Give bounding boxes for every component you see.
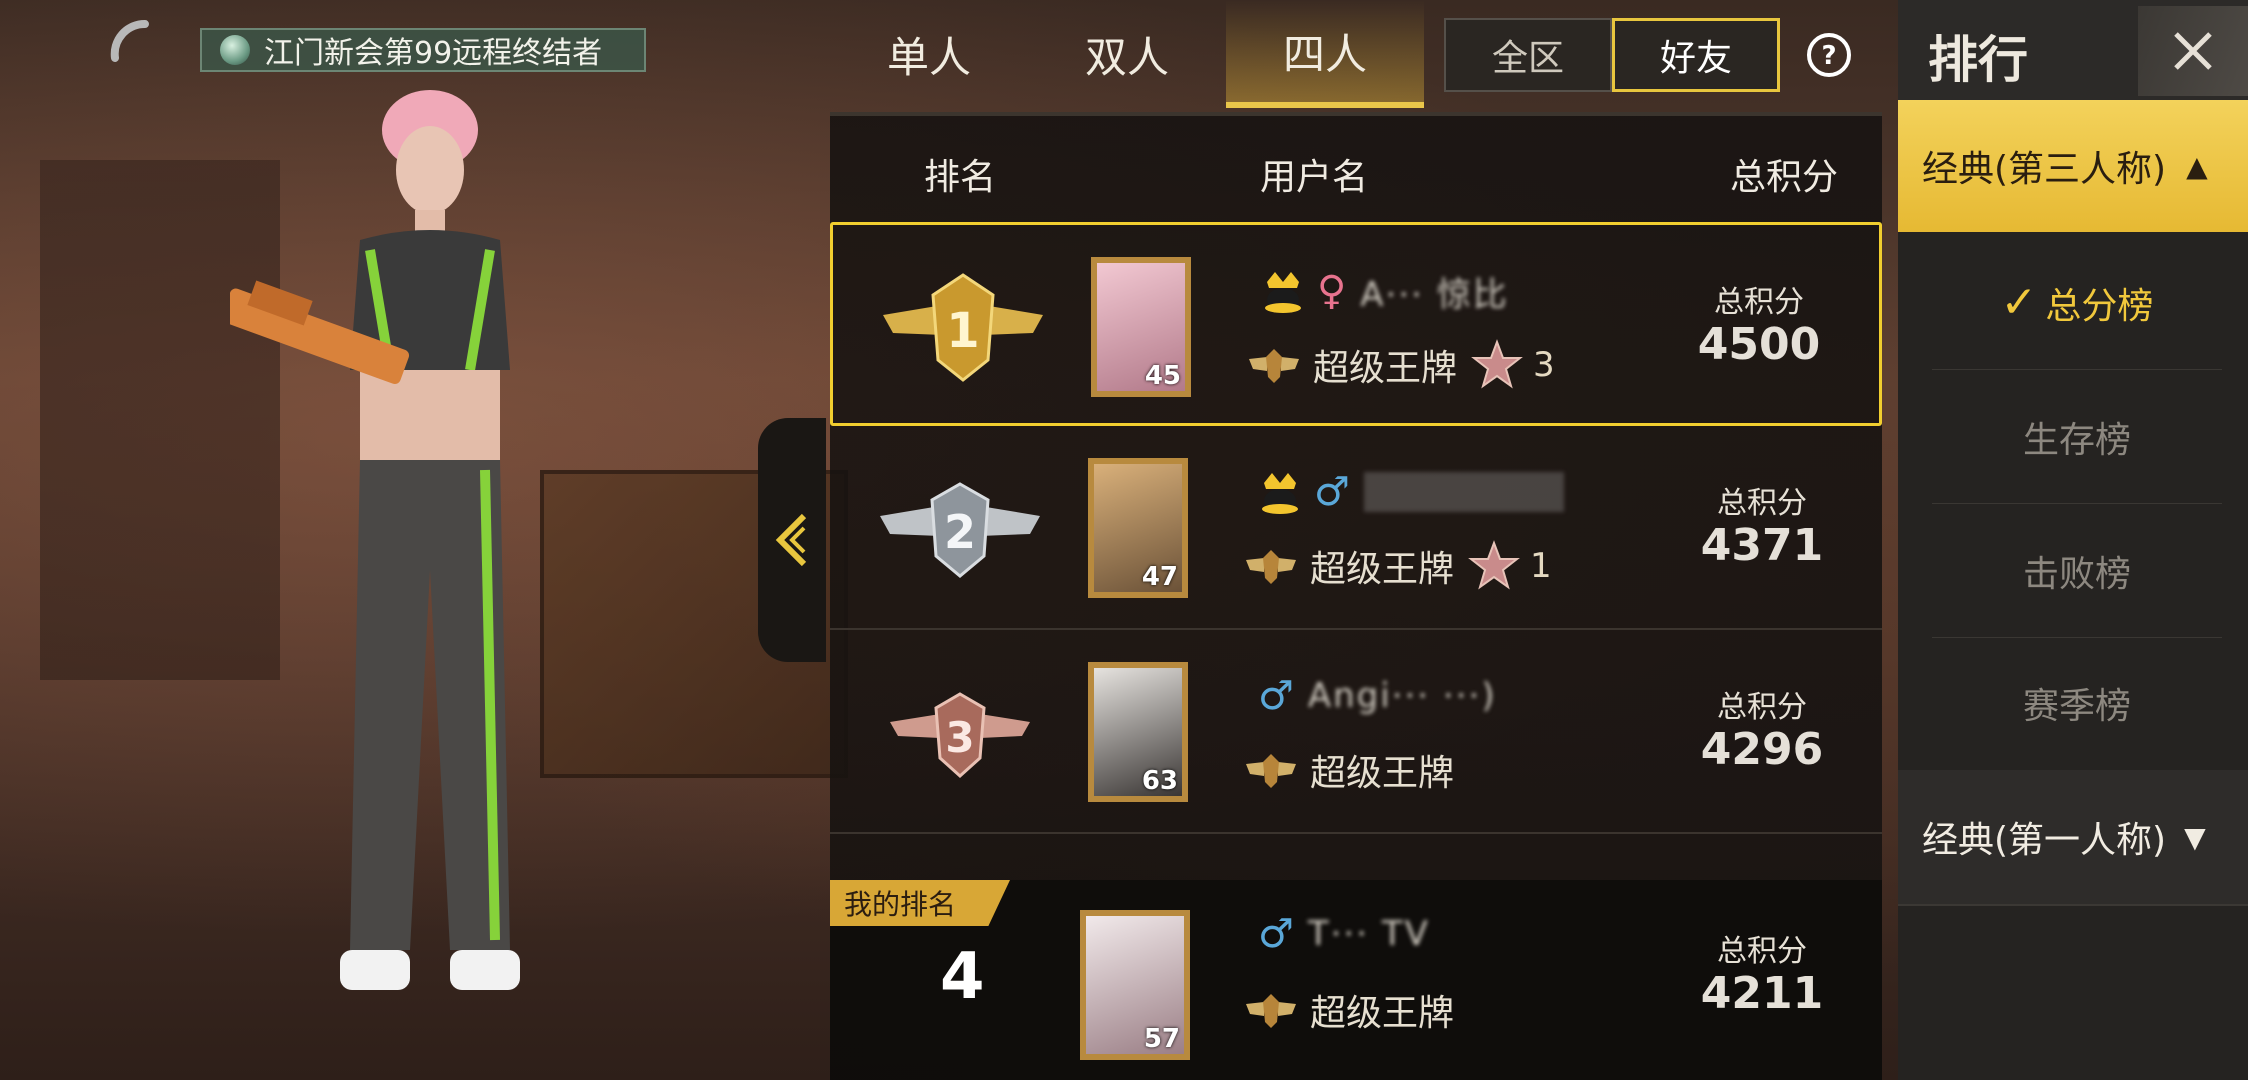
- player-character: [230, 90, 520, 990]
- score-label: 总积分: [1717, 690, 1807, 725]
- tier-label: 超级王牌: [1310, 753, 1455, 794]
- star-count: 3: [1533, 345, 1555, 385]
- triangle-up-icon: ▲: [2186, 149, 2208, 183]
- subtab-label: 总分榜: [2045, 285, 2154, 327]
- subtab-label: 赛季榜: [2022, 686, 2131, 727]
- score-label: 总积分: [1717, 934, 1807, 969]
- subtab-survival[interactable]: 生存榜: [1932, 370, 2222, 504]
- subtab-label: 击败榜: [2022, 553, 2131, 595]
- level-number: 63: [1141, 766, 1178, 796]
- tab-squad[interactable]: 四人: [1226, 0, 1424, 108]
- scope-friends-button[interactable]: 好友: [1612, 18, 1780, 92]
- location-banner: 江门新会第99远程终结者: [200, 28, 646, 72]
- column-username: 用户名: [1260, 157, 1369, 198]
- triangle-down-icon: ▼: [2184, 820, 2206, 854]
- scope-all-button[interactable]: 全区: [1444, 18, 1612, 92]
- ace-tier-icon: [1249, 349, 1299, 383]
- gender-male-icon: ♂: [1258, 911, 1294, 957]
- tier-label: 超级王牌: [1310, 549, 1455, 590]
- leaderboard-panel: 排名 用户名 总积分 1 45 ♀ A··· 惊比 超级王牌 3 总积分 450…: [830, 112, 1882, 1080]
- player-name: T··· TV: [1307, 914, 1430, 954]
- score-label: 总积分: [1714, 285, 1804, 320]
- star-icon: [1471, 339, 1523, 389]
- category-label: 经典(第三人称): [1922, 149, 2167, 190]
- gender-male-icon: ♂: [1258, 673, 1294, 719]
- scope-toggle: 全区 好友: [1444, 18, 1780, 92]
- panel-header: 排行: [1898, 0, 2248, 100]
- subtab-season[interactable]: 赛季榜: [1932, 638, 2222, 768]
- mode-tabs: 单人 双人 四人: [830, 0, 1424, 112]
- name-line: ♀ A··· 惊比: [1261, 263, 1509, 319]
- subtab-total[interactable]: ✓ 总分榜: [1932, 236, 2222, 370]
- ace-tier-icon: [1246, 550, 1296, 584]
- column-rank: 排名: [924, 157, 997, 198]
- name-line: ♂: [1258, 464, 1564, 520]
- tier-line: 超级王牌 3: [1247, 337, 1555, 393]
- level-number: 45: [1144, 361, 1181, 391]
- qq-vip-icon: [1265, 272, 1301, 313]
- avatar[interactable]: 63: [1088, 662, 1188, 802]
- collapse-panel-button[interactable]: [758, 418, 826, 662]
- player-name: A··· 惊比: [1360, 274, 1509, 315]
- name-line: ♂ Angi··· ···): [1258, 668, 1497, 724]
- level-number: 57: [1143, 1024, 1180, 1054]
- help-icon[interactable]: ?: [1806, 32, 1852, 78]
- subtab-label: 生存榜: [2022, 419, 2131, 461]
- tier-label: 超级王牌: [1310, 993, 1455, 1034]
- avatar[interactable]: 47: [1088, 458, 1188, 598]
- my-rank-number: 4: [940, 940, 985, 1014]
- my-rank-tag: 我的排名: [830, 880, 1010, 926]
- rank-bronze-badge-icon: 3: [890, 692, 1030, 779]
- tier-label: 超级王牌: [1313, 348, 1458, 389]
- back-icon[interactable]: [105, 18, 157, 70]
- score-label: 总积分: [1717, 486, 1807, 521]
- category-label: 经典(第一人称): [1922, 820, 2167, 861]
- divider: [830, 112, 1882, 116]
- svg-text:?: ?: [1821, 41, 1836, 71]
- ace-tier-icon: [1246, 994, 1296, 1028]
- ace-tier-icon: [1246, 754, 1296, 788]
- category-panel: 排行 经典(第三人称) ▲ ✓ 总分榜 生存榜 击败榜 赛季榜 经典(第一人称)…: [1898, 0, 2248, 1080]
- star-icon: [1468, 540, 1520, 590]
- close-icon: [2174, 32, 2212, 70]
- tab-duo[interactable]: 双人: [1028, 0, 1226, 108]
- column-score: 总积分: [1729, 157, 1838, 198]
- tab-solo[interactable]: 单人: [830, 0, 1028, 108]
- score-value: 4371: [1700, 520, 1824, 571]
- rank-silver-badge-icon: 2: [880, 482, 1040, 578]
- leaderboard-row[interactable]: 3 63 ♂ Angi··· ···) 超级王牌 总积分 4296: [830, 630, 1882, 834]
- globe-icon: [220, 35, 250, 65]
- chevron-left-icon: [775, 513, 807, 567]
- gender-female-icon: ♀: [1317, 268, 1347, 314]
- qq-vip-icon: [1262, 473, 1298, 514]
- avatar[interactable]: 57: [1080, 910, 1190, 1060]
- tier-line: 超级王牌: [1244, 982, 1454, 1038]
- score-value: 4500: [1697, 319, 1821, 370]
- tier-line: 超级王牌: [1244, 742, 1454, 798]
- rank-number: 1: [946, 303, 979, 359]
- score-value: 4296: [1700, 724, 1824, 775]
- score-value: 4211: [1700, 968, 1824, 1019]
- rank-number: 2: [944, 505, 976, 559]
- star-count: 1: [1530, 546, 1552, 586]
- rank-gold-badge-icon: 1: [883, 273, 1043, 382]
- gender-male-icon: ♂: [1314, 469, 1350, 515]
- player-name: Angi··· ···): [1307, 676, 1497, 716]
- location-title: 江门新会第99远程终结者: [264, 36, 603, 71]
- close-button[interactable]: [2138, 6, 2248, 96]
- panel-title: 排行: [1928, 31, 2028, 89]
- category-first-person[interactable]: 经典(第一人称) ▼: [1898, 770, 2248, 906]
- my-rank-row[interactable]: 我的排名 4 57 ♂ T··· TV 超级王牌 总积分 4211: [830, 880, 1882, 1080]
- tier-line: 超级王牌 1: [1244, 538, 1552, 594]
- category-third-person[interactable]: 经典(第三人称) ▲: [1898, 100, 2248, 232]
- level-number: 47: [1141, 562, 1178, 592]
- player-name: [1363, 472, 1564, 512]
- avatar[interactable]: 45: [1091, 257, 1191, 397]
- name-line: ♂ T··· TV: [1258, 906, 1430, 962]
- check-icon: ✓: [2000, 277, 2038, 328]
- leaderboard-row[interactable]: 2 47 ♂ 超级王牌 1 总积分 4371: [830, 426, 1882, 630]
- subtab-kills[interactable]: 击败榜: [1932, 504, 2222, 638]
- rank-number: 3: [945, 713, 974, 762]
- leaderboard-row[interactable]: 1 45 ♀ A··· 惊比 超级王牌 3 总积分 4500: [830, 222, 1882, 426]
